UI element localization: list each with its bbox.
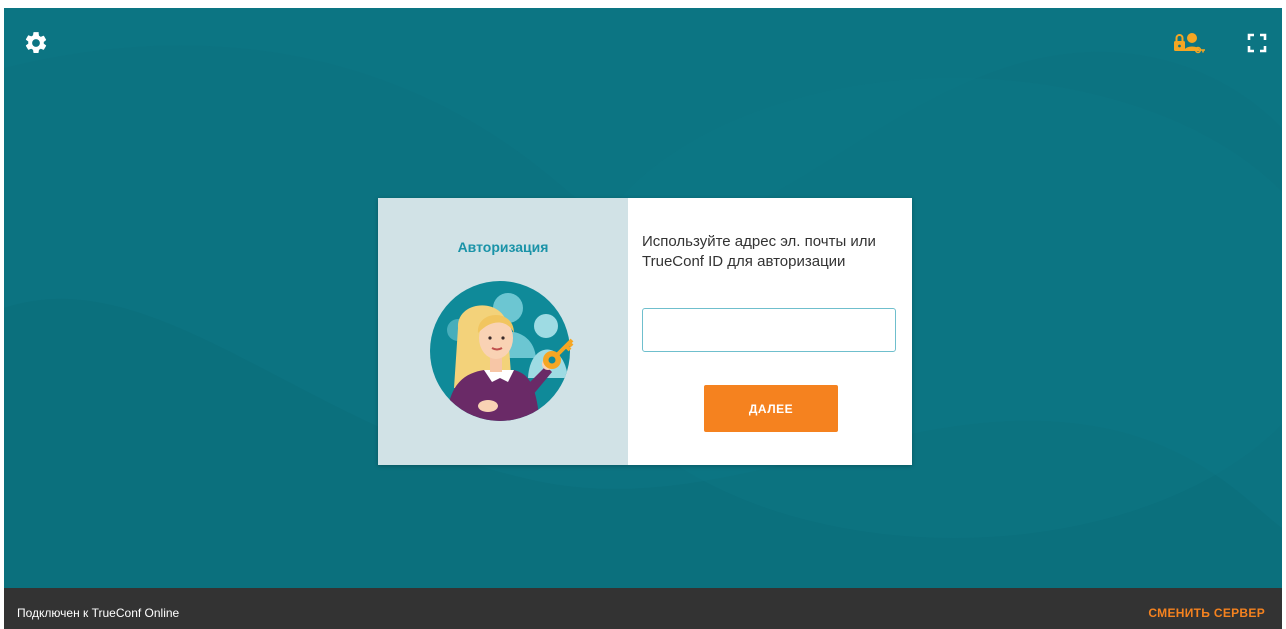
card-form-panel: Используйте адрес эл. почты или TrueConf… (628, 198, 912, 465)
app-area: Авторизация Используйте адрес эл. почты … (4, 8, 1282, 588)
gear-icon (25, 32, 47, 53)
user-with-key-illustration (430, 281, 574, 421)
card-illustration-panel: Авторизация (378, 198, 628, 465)
fullscreen-icon (1247, 33, 1267, 53)
connection-status-text: Подключен к TrueConf Online (17, 606, 180, 620)
change-server-link[interactable]: СМЕНИТЬ СЕРВЕР (1148, 606, 1265, 620)
login-card: Авторизация Используйте адрес эл. почты … (378, 198, 912, 465)
status-bar: Подключен к TrueConf Online СМЕНИТЬ СЕРВ… (4, 588, 1282, 629)
login-button[interactable] (1172, 30, 1206, 56)
instruction-text: Используйте адрес эл. почты или TrueConf… (642, 233, 876, 270)
top-toolbar (4, 8, 1282, 78)
login-id-input[interactable] (642, 308, 896, 352)
next-button[interactable]: ДАЛЕЕ (704, 385, 838, 432)
lock-user-key-icon (1174, 33, 1205, 54)
card-title: Авторизация (457, 239, 549, 255)
fullscreen-button[interactable] (1246, 32, 1268, 54)
settings-button[interactable] (22, 29, 50, 57)
